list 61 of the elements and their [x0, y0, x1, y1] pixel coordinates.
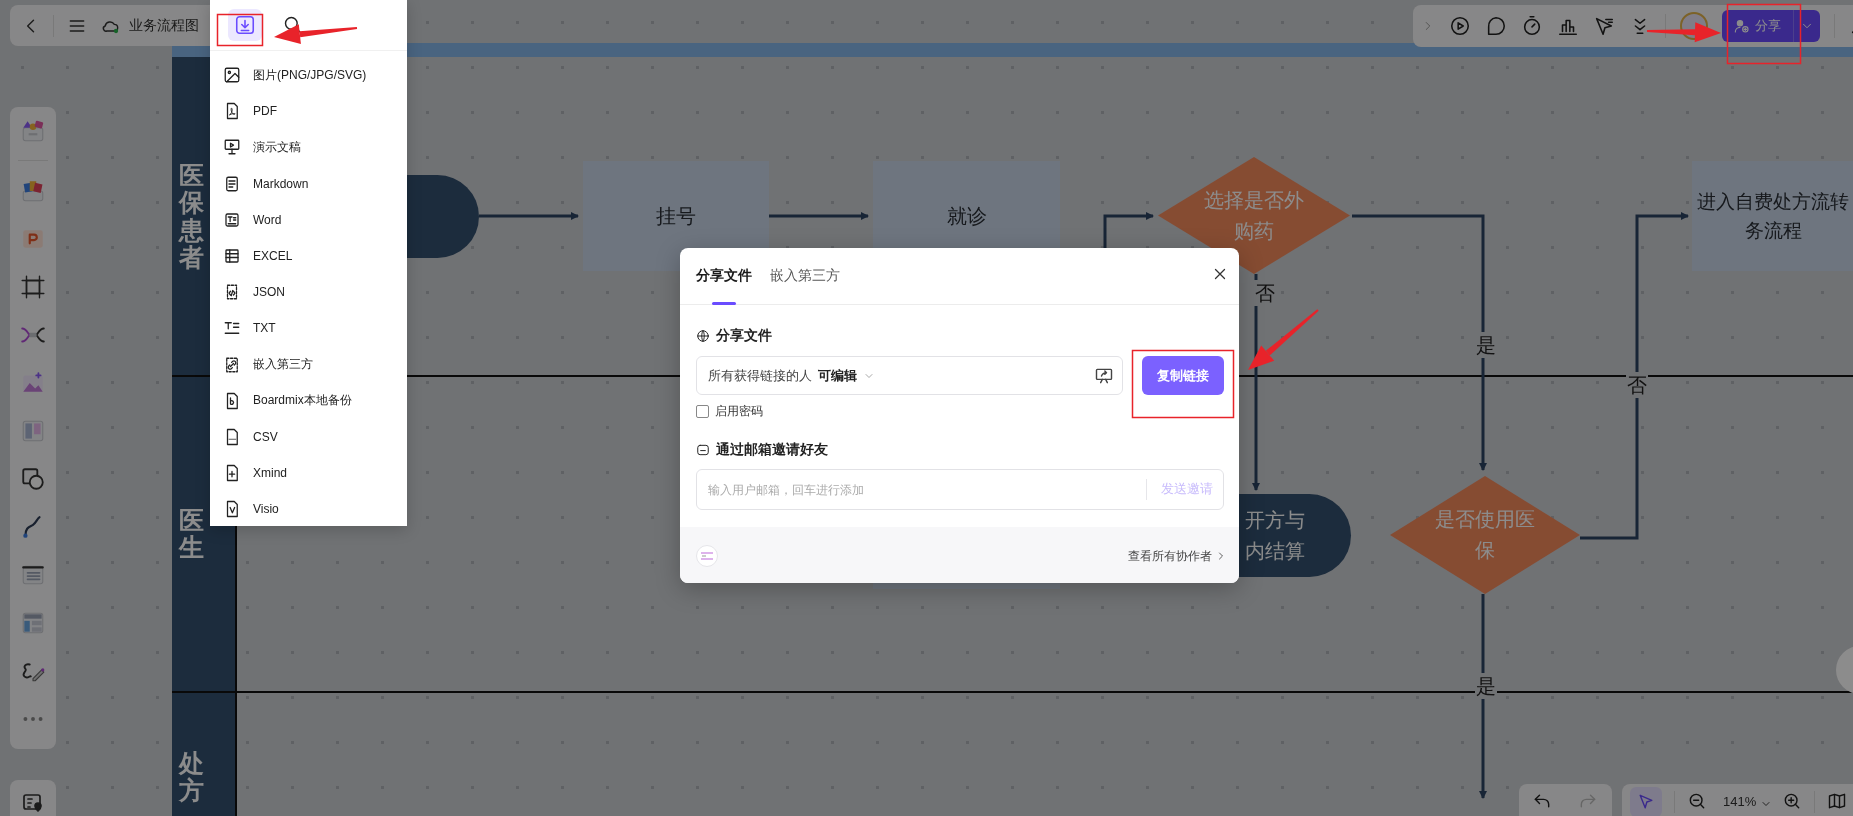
timer-icon[interactable]: [1521, 15, 1543, 37]
menu-item[interactable]: Boardmix本地备份: [210, 382, 407, 419]
board-title[interactable]: 业务流程图: [129, 16, 199, 35]
section-title: 分享文件: [716, 327, 772, 345]
zoom-out-icon[interactable]: [1687, 791, 1707, 811]
zoom-level[interactable]: 141%: [1723, 794, 1757, 809]
copy-link-button[interactable]: 复制链接: [1142, 356, 1224, 395]
presentation-icon: [223, 138, 241, 157]
menu-item[interactable]: 图片(PNG/JPG/SVG): [210, 57, 407, 94]
process-node: 进入自费处方流转 务流程: [1692, 161, 1853, 271]
edge-label: 否: [1626, 372, 1648, 398]
shapes-icon[interactable]: [20, 466, 46, 492]
menu-item[interactable]: Visio: [210, 491, 407, 528]
cursor-icon[interactable]: [1593, 15, 1615, 37]
cards-icon[interactable]: [20, 178, 46, 204]
image-icon: [223, 66, 241, 85]
annotation-frame: [216, 13, 264, 47]
mail-icon: [696, 443, 710, 457]
link-icon: [223, 355, 241, 374]
download-icon: [234, 14, 256, 36]
link-scope: 所有获得链接的人: [708, 366, 812, 385]
checkbox[interactable]: [696, 405, 709, 418]
table-icon: [223, 247, 241, 266]
pointer-tool[interactable]: [1630, 787, 1662, 816]
play-icon[interactable]: [1449, 15, 1471, 37]
menu-item[interactable]: 嵌入第三方: [210, 346, 407, 383]
share-button[interactable]: 分享: [1722, 10, 1793, 42]
edge-label: 否: [1254, 280, 1276, 306]
edge-label: 是: [1475, 332, 1497, 358]
decision-node: 选择是否外购药: [1158, 157, 1350, 274]
menu-item[interactable]: Markdown: [210, 165, 407, 202]
decision-node: 是否使用医保: [1390, 476, 1580, 594]
map-icon[interactable]: [1827, 791, 1848, 811]
menu-item[interactable]: CSV: [210, 418, 407, 456]
checkbox-label: 启用密码: [715, 404, 763, 419]
document-icon: [223, 210, 241, 229]
annotation-arrow: [1248, 309, 1319, 370]
lane-label: 医生: [179, 506, 204, 562]
template-icon[interactable]: [20, 118, 46, 144]
menu-item[interactable]: EXCEL: [210, 237, 407, 275]
menu-item[interactable]: JSON: [210, 274, 407, 311]
share-menu-button[interactable]: [1793, 10, 1820, 42]
section-title: 通过邮箱邀请好友: [716, 441, 828, 459]
add-user-icon: [1734, 18, 1750, 34]
menu-item[interactable]: PDF: [210, 93, 407, 130]
edge-label: 是: [1475, 673, 1497, 699]
export-button[interactable]: [228, 9, 262, 41]
frame-icon[interactable]: [20, 274, 46, 300]
lane-label: 医保患者: [179, 161, 204, 272]
comment-icon[interactable]: [1485, 15, 1507, 37]
menu-item[interactable]: 演示文稿: [210, 129, 407, 166]
permission-select[interactable]: 所有获得链接的人 可编辑: [696, 356, 1123, 395]
menu-item[interactable]: Xmind: [210, 455, 407, 492]
menu-item[interactable]: TXT: [210, 310, 407, 347]
document-icon: [223, 174, 241, 193]
globe-icon: [696, 329, 710, 343]
link-permission: 可编辑: [818, 366, 857, 385]
avatar-icon: [696, 545, 718, 567]
tab[interactable]: 嵌入第三方: [770, 248, 840, 304]
menu-item[interactable]: Word: [210, 201, 407, 238]
lane-label: 处方: [179, 749, 204, 805]
